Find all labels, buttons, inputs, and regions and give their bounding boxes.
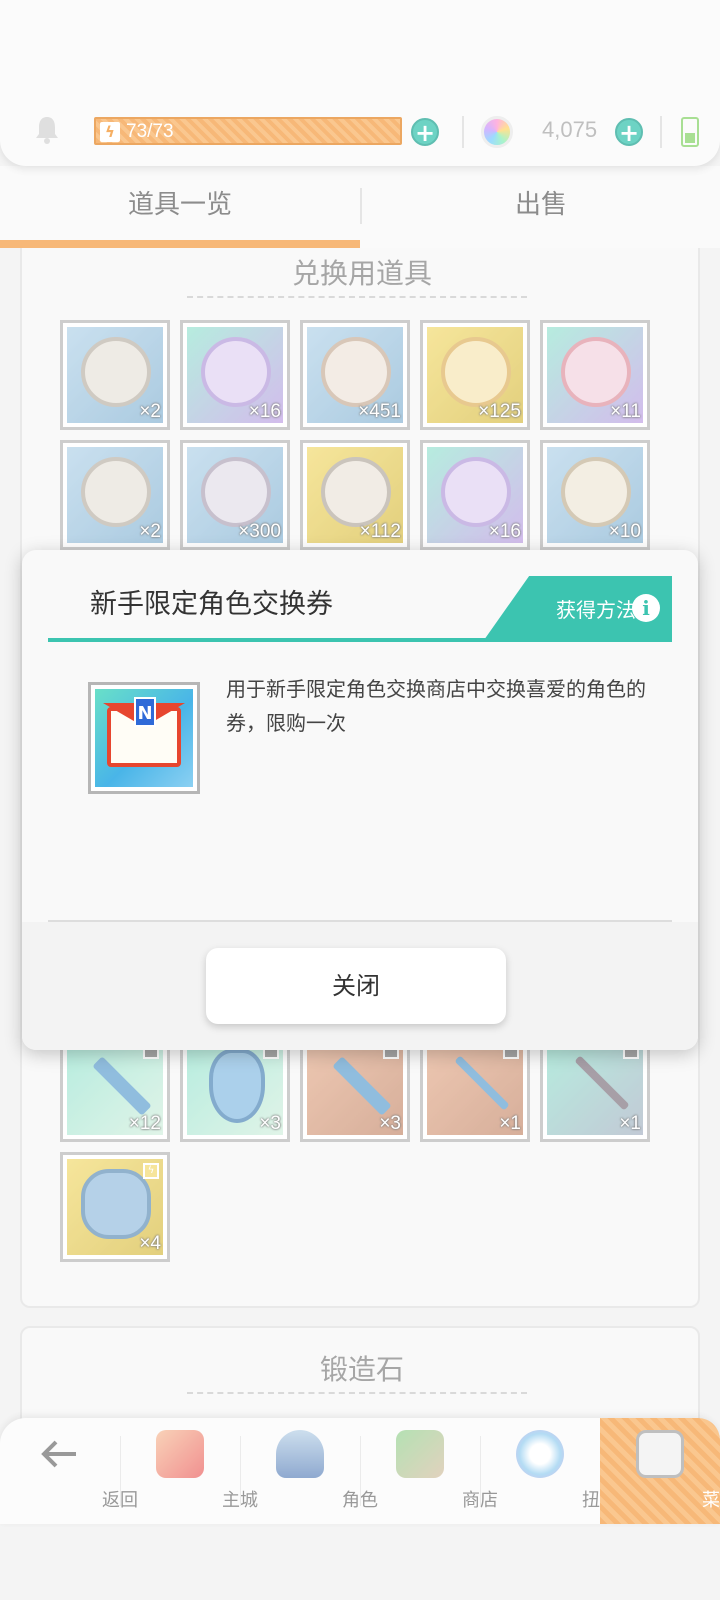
- item-detail-dialog: 新手限定角色交换券 获得方法 i N 用于新手限定角色交换商店中交换喜爱的角色的…: [22, 550, 698, 1050]
- divider: [48, 638, 672, 642]
- close-button[interactable]: 关闭: [206, 948, 506, 1024]
- how-to-obtain-button[interactable]: 获得方法 i: [484, 576, 672, 640]
- item-description: 用于新手限定角色交换商店中交换喜爱的角色的券，限购一次: [226, 677, 646, 735]
- item-thumbnail: N: [88, 682, 200, 794]
- info-icon: i: [632, 594, 660, 622]
- dialog-title: 新手限定角色交换券: [90, 589, 333, 620]
- how-to-obtain-label: 获得方法: [556, 598, 636, 622]
- ticket-badge-icon: N: [134, 697, 156, 727]
- divider: [48, 920, 672, 922]
